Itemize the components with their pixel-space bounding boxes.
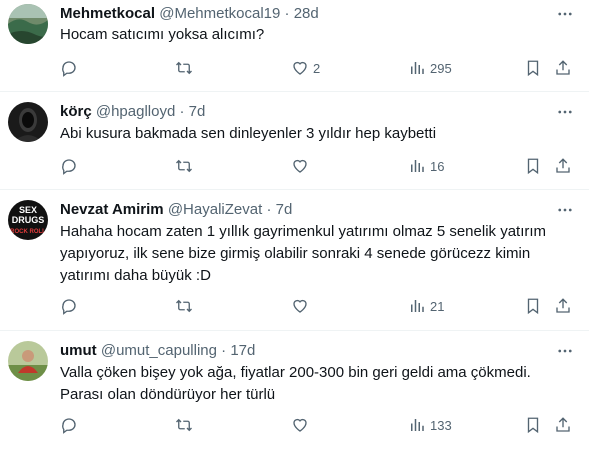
more-dots-icon[interactable] xyxy=(555,4,575,24)
bookmark-button[interactable] xyxy=(524,58,542,78)
view-count: 295 xyxy=(430,60,452,76)
more-dots-icon[interactable] xyxy=(555,341,575,361)
retweet-button[interactable] xyxy=(175,58,193,78)
heart-icon xyxy=(293,159,307,173)
retweet-button[interactable] xyxy=(175,296,193,316)
retweet-button[interactable] xyxy=(175,156,193,176)
like-button[interactable] xyxy=(291,415,313,435)
tweet-text-line: Parası olan döndürüyor her türlü xyxy=(60,386,276,403)
tweet-1[interactable]: Mehmetkocal @Mehmetkocal19 · 28d Hocam s… xyxy=(0,0,589,92)
avatar-text: DRUGS xyxy=(12,215,45,225)
author-handle[interactable]: @hpaglloyd xyxy=(96,103,175,120)
tweet-actions: 2 295 xyxy=(60,58,580,78)
bookmark-button[interactable] xyxy=(524,296,542,316)
tweet-actions: 21 xyxy=(60,296,580,316)
reply-icon xyxy=(62,299,76,315)
timestamp[interactable]: 17d xyxy=(230,342,255,359)
retweet-icon xyxy=(176,418,192,432)
views-chart-icon xyxy=(411,300,424,312)
tweet-text: Valla çöken bişey yok ağa, fiyatlar 200-… xyxy=(60,362,560,406)
separator-dot: · xyxy=(284,5,290,22)
tweet-actions: 16 xyxy=(60,156,580,176)
views-chart-icon xyxy=(411,419,424,431)
like-button[interactable] xyxy=(291,296,313,316)
views-button[interactable]: 16 xyxy=(408,156,444,176)
tweet-4[interactable]: umut @umut_capulling · 17d Valla çöken b… xyxy=(0,331,589,453)
timestamp[interactable]: 28d xyxy=(294,5,319,22)
timestamp[interactable]: 7d xyxy=(276,201,293,218)
reply-button[interactable] xyxy=(60,156,78,176)
author-name[interactable]: umut xyxy=(60,342,97,359)
reply-button[interactable] xyxy=(60,415,78,435)
heart-icon xyxy=(293,299,307,313)
retweet-icon xyxy=(176,61,192,75)
bookmark-icon xyxy=(527,60,539,77)
timestamp[interactable]: 7d xyxy=(189,103,206,120)
avatar[interactable] xyxy=(8,341,48,381)
tweet-text-line: Valla çöken bişey yok ağa, fiyatlar 200-… xyxy=(60,364,531,381)
more-dots-icon[interactable] xyxy=(555,102,575,122)
retweet-icon xyxy=(176,299,192,313)
heart-icon xyxy=(293,61,307,75)
author-name[interactable]: Mehmetkocal xyxy=(60,5,155,22)
author-handle[interactable]: @Mehmetkocal19 xyxy=(159,5,280,22)
share-icon xyxy=(556,298,570,313)
tweet-text: Hocam satıcımı yoksa alıcımı? xyxy=(60,24,560,46)
reply-button[interactable] xyxy=(60,296,78,316)
bookmark-icon xyxy=(527,158,539,175)
view-count: 133 xyxy=(430,417,452,433)
author-name[interactable]: körç xyxy=(60,103,92,120)
like-count: 2 xyxy=(313,60,321,76)
tweet-text-line: yapıyoruz, ilk sene bize girmiş olabilir… xyxy=(60,245,531,262)
share-button[interactable] xyxy=(554,58,572,78)
share-button[interactable] xyxy=(554,156,572,176)
author-handle[interactable]: @umut_capulling xyxy=(101,342,217,359)
bookmark-icon xyxy=(527,417,539,434)
author-handle[interactable]: @HayaliZevat xyxy=(168,201,262,218)
tweet-text: Abi kusura bakmada sen dinleyenler 3 yıl… xyxy=(60,123,560,145)
avatar-text: ROCK ROLL xyxy=(10,229,46,235)
tweet-2[interactable]: körç @hpaglloyd · 7d Abi kusura bakmada … xyxy=(0,92,589,190)
tweet-actions: 133 xyxy=(60,415,580,435)
tweet-3[interactable]: SEX DRUGS ROCK ROLL Nevzat Amirim @Hayal… xyxy=(0,190,589,331)
reply-icon xyxy=(62,61,76,77)
views-button[interactable]: 21 xyxy=(408,296,444,316)
author-name[interactable]: Nevzat Amirim xyxy=(60,201,164,218)
bookmark-button[interactable] xyxy=(524,156,542,176)
tweet-text: Hahaha hocam zaten 1 yıllık gayrimenkul … xyxy=(60,221,560,287)
tweet-text-line: Abi kusura bakmada sen dinleyenler 3 yıl… xyxy=(60,125,437,142)
avatar[interactable]: SEX DRUGS ROCK ROLL xyxy=(8,200,48,240)
like-button[interactable] xyxy=(291,156,313,176)
views-chart-icon xyxy=(411,62,424,74)
share-icon xyxy=(556,60,570,75)
views-chart-icon xyxy=(411,160,424,172)
share-icon xyxy=(556,158,570,173)
view-count: 21 xyxy=(430,298,445,314)
share-icon xyxy=(556,417,570,432)
more-dots-icon[interactable] xyxy=(555,200,575,220)
views-button[interactable]: 133 xyxy=(408,415,452,435)
retweet-icon xyxy=(176,159,192,173)
share-button[interactable] xyxy=(554,296,572,316)
bookmark-icon xyxy=(527,298,539,315)
separator-dot: · xyxy=(221,342,227,359)
retweet-button[interactable] xyxy=(175,415,193,435)
reply-icon xyxy=(62,418,76,434)
reply-icon xyxy=(62,159,76,175)
tweet-text-line: Hahaha hocam zaten 1 yıllık gayrimenkul … xyxy=(60,223,547,240)
tweet-text-line: Hocam satıcımı yoksa alıcımı? xyxy=(60,26,265,43)
separator-dot: · xyxy=(179,103,185,120)
avatar-text: SEX xyxy=(19,205,37,215)
views-button[interactable]: 295 xyxy=(408,58,452,78)
share-button[interactable] xyxy=(554,415,572,435)
like-button[interactable]: 2 xyxy=(291,58,320,78)
separator-dot: · xyxy=(266,201,272,218)
bookmark-button[interactable] xyxy=(524,415,542,435)
reply-button[interactable] xyxy=(60,58,78,78)
heart-icon xyxy=(293,418,307,432)
view-count: 16 xyxy=(430,158,445,174)
avatar[interactable] xyxy=(8,4,48,44)
tweet-text-line: yatırımı daha büyük :D xyxy=(60,267,211,284)
avatar[interactable] xyxy=(8,102,48,142)
